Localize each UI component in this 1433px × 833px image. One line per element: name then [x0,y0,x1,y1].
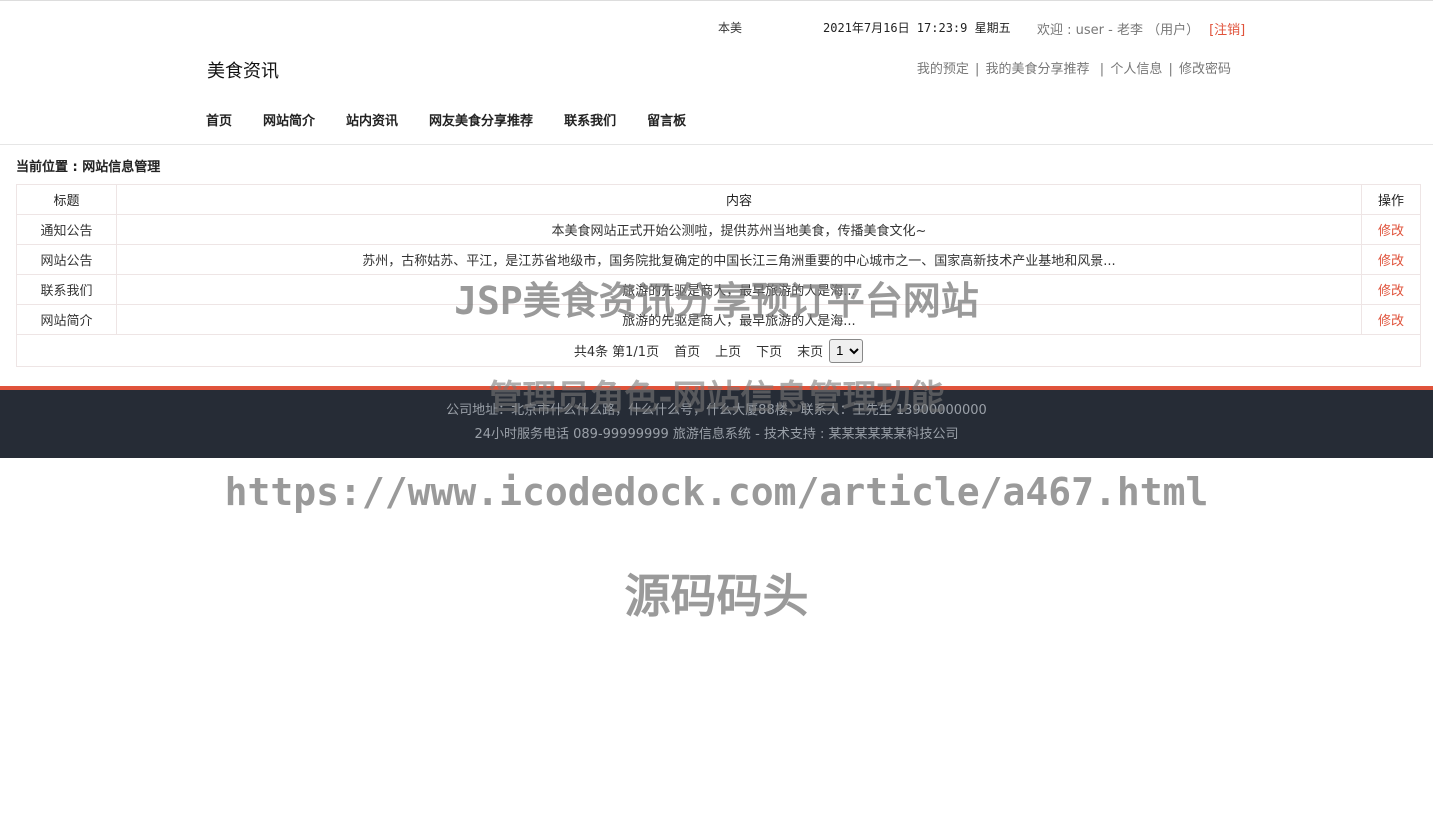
change-password-link[interactable]: 修改密码 [1179,62,1231,77]
page-select[interactable]: 1 [829,338,864,363]
row-content: 苏州，古称姑苏、平江，是江苏省地级市，国务院批复确定的中国长江三角洲重要的中心城… [116,244,1362,275]
last-page-link[interactable]: 末页 [797,341,823,360]
my-reservations-link[interactable]: 我的预定 [917,62,969,77]
current-datetime: 2021年7月16日 17:23:9 星期五 [823,21,1011,35]
watermark-brand: 源码码头 [624,569,809,623]
total-count: 共4条 [573,345,609,360]
pager-row: 共4条 第1/1页 首页 上页 下页 末页 1 [16,334,1421,367]
row-title: 通知公告 [16,214,117,245]
nav-news[interactable]: 站内资讯 [346,110,398,129]
user-links: 我的预定 | 我的美食分享推荐 | 个人信息 | 修改密码 [916,62,1231,77]
my-food-shares-link[interactable]: 我的美食分享推荐 [986,62,1090,77]
row-title: 网站公告 [16,244,117,275]
nav-guestbook[interactable]: 留言板 [647,110,686,129]
logout-link[interactable]: [注销] [1209,23,1245,38]
profile-link[interactable]: 个人信息 [1110,62,1162,77]
header-divider [0,144,1433,145]
table-row: 通知公告 本美食网站正式开始公测啦，提供苏州当地美食，传播美食文化~ 修改 [16,214,1421,245]
row-action-cell: 修改 [1361,244,1421,275]
nav-about[interactable]: 网站简介 [263,110,315,129]
nav-home[interactable]: 首页 [206,110,232,129]
top-divider [0,0,1433,1]
watermark-url: https://www.icodedock.com/article/a467.h… [224,470,1209,514]
row-content: 本美食网站正式开始公测啦，提供苏州当地美食，传播美食文化~ [116,214,1362,245]
nav-contact[interactable]: 联系我们 [564,110,616,129]
nav-food-shares[interactable]: 网友美食分享推荐 [429,110,533,129]
row-action-cell: 修改 [1361,274,1421,305]
marquee-text: 本美 [718,21,743,35]
row-action-cell: 修改 [1361,214,1421,245]
welcome-area: 欢迎 : user - 老李 （用户） [注销] [1037,19,1245,38]
row-content: 旅游的先驱是商人，最早旅游的人是海... [116,274,1362,305]
page-info: 第1/1页 [612,345,660,360]
edit-link[interactable]: 修改 [1378,284,1404,299]
edit-link[interactable]: 修改 [1378,224,1404,239]
row-title: 网站简介 [16,304,117,335]
header-content: 内容 [116,184,1362,215]
header-action: 操作 [1361,184,1421,215]
edit-link[interactable]: 修改 [1378,254,1404,269]
row-title: 联系我们 [16,274,117,305]
pagination: 共4条 第1/1页 首页 上页 下页 末页 1 [573,338,864,363]
edit-link[interactable]: 修改 [1378,314,1404,329]
footer: 公司地址：北京市什么什么路，什么什么号，什么大厦88楼，联系人：王先生 1390… [0,390,1433,458]
row-action-cell: 修改 [1361,304,1421,335]
site-title: 美食资讯 [207,61,279,82]
header-title: 标题 [16,184,117,215]
footer-hotline: 24小时服务电话 089-99999999 旅游信息系统 - 技术支持 : 某某… [474,427,959,442]
welcome-text: 欢迎 : user - 老李 （用户） [1037,23,1200,38]
site-info-table: 标题 内容 操作 通知公告 本美食网站正式开始公测啦，提供苏州当地美食，传播美食… [16,184,1421,367]
table-row: 联系我们 旅游的先驱是商人，最早旅游的人是海... 修改 [16,274,1421,305]
next-page-link[interactable]: 下页 [756,341,782,360]
prev-page-link[interactable]: 上页 [715,341,741,360]
row-content: 旅游的先驱是商人，最早旅游的人是海... [116,304,1362,335]
footer-address: 公司地址：北京市什么什么路，什么什么号，什么大厦88楼，联系人：王先生 1390… [446,403,987,418]
main-nav: 首页 网站简介 站内资讯 网友美食分享推荐 联系我们 留言板 [206,110,717,129]
first-page-link[interactable]: 首页 [674,341,700,360]
breadcrumb: 当前位置 : 网站信息管理 [16,160,161,175]
table-row: 网站公告 苏州，古称姑苏、平江，是江苏省地级市，国务院批复确定的中国长江三角洲重… [16,244,1421,275]
table-header-row: 标题 内容 操作 [16,184,1421,215]
table-row: 网站简介 旅游的先驱是商人，最早旅游的人是海... 修改 [16,304,1421,335]
pager-cell: 共4条 第1/1页 首页 上页 下页 末页 1 [16,334,1421,367]
